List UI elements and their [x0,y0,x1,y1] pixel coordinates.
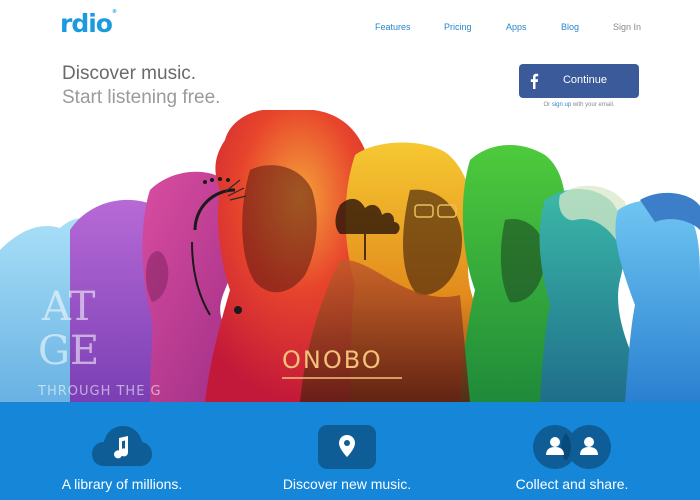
hero-artwork: AT GE THROUGH THE G ONOBO [0,110,700,402]
nav-apps[interactable]: Apps [506,22,527,32]
nav-features[interactable]: Features [375,22,411,32]
rdio-logo[interactable]: rdio® [60,9,117,38]
users-icon [533,425,611,469]
artist-silhouettes-illustration: AT GE THROUGH THE G ONOBO [0,110,700,402]
album-text-through: THROUGH THE G [37,384,162,399]
site-header: rdio® Features Pricing Apps Blog Sign In [0,0,700,58]
location-pin-icon [318,425,376,469]
feature-collect-label: Collect and share. [515,476,629,492]
continue-label: Continue [562,74,608,86]
nav-sign-in[interactable]: Sign In [613,22,641,32]
album-text-onobo: ONOBO [282,346,383,374]
facebook-continue-button[interactable]: Continue [519,64,639,98]
signup-hint-suffix: with your email. [572,102,615,108]
music-note-cloud-icon [92,426,152,466]
signup-hint-prefix: Or [543,102,551,108]
hero-subheadline: Start listening free. [62,87,221,108]
feature-library-label: A library of millions. [61,476,183,492]
album-text-at: AT [41,284,96,330]
nav-blog[interactable]: Blog [561,22,579,32]
nav-pricing[interactable]: Pricing [444,22,472,32]
signup-hint: Or sign up with your email. [519,102,639,108]
sign-up-link[interactable]: sign up [552,102,571,108]
album-text-ge: GE [38,328,99,374]
feature-discover-label: Discover new music. [282,476,412,492]
hero-headline: Discover music. [62,63,197,84]
